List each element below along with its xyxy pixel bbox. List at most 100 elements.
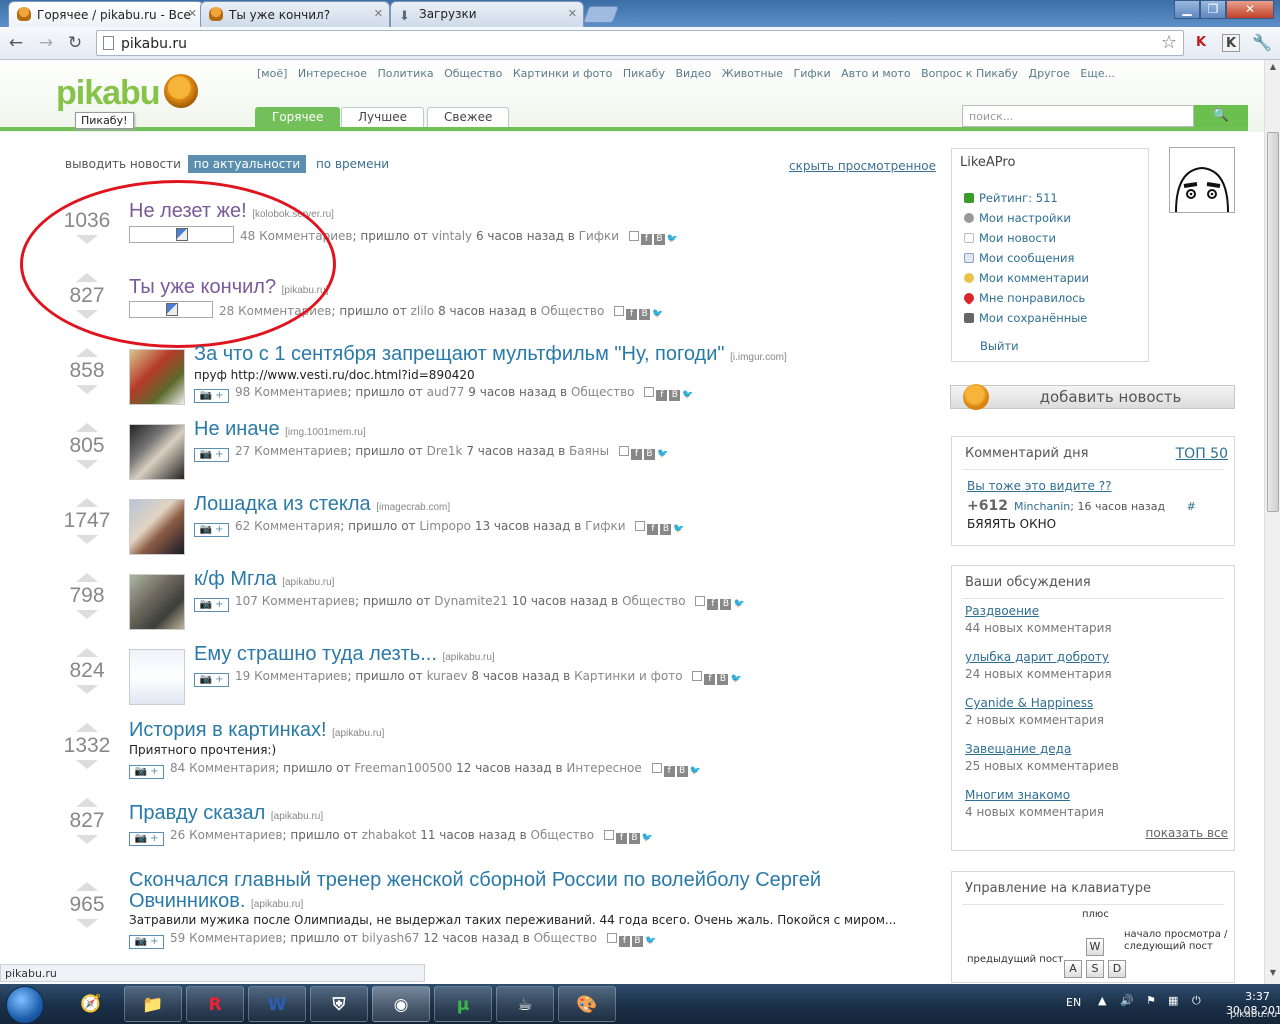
top50-link[interactable]: ТОП 50 — [1176, 446, 1228, 462]
vote-up-arrow-icon[interactable] — [76, 573, 98, 582]
discussion-link[interactable]: улыбка дарит доброту — [965, 650, 1112, 664]
java-taskbar-icon[interactable]: ☕ — [496, 986, 554, 1022]
story-author-link[interactable]: Dynamite21 — [434, 594, 508, 608]
camera-plus-icon[interactable]: 📷 + — [194, 389, 229, 403]
story-category-link[interactable]: Общество — [541, 304, 605, 318]
facebook-icon[interactable]: f — [618, 936, 630, 947]
vote-down-arrow-icon[interactable] — [76, 835, 98, 844]
facebook-icon[interactable]: f — [704, 674, 716, 685]
game-taskbar-icon[interactable]: ⛨ — [310, 986, 368, 1022]
browser-tab-downloads[interactable]: ⬇ Загрузки ✕ — [390, 1, 584, 27]
vote-up-arrow-icon[interactable] — [76, 423, 98, 432]
story-author-link[interactable]: Dre1k — [427, 444, 463, 458]
tab-hot[interactable]: Горячее — [255, 107, 341, 127]
user-menu-news[interactable]: Мои новости — [964, 231, 1089, 251]
twitter-icon[interactable]: 🐦 — [730, 674, 741, 685]
camera-plus-icon[interactable]: 📷 + — [194, 523, 229, 537]
chrome-taskbar-icon[interactable]: ◉ — [372, 986, 430, 1022]
vote-down-arrow-icon[interactable] — [76, 919, 98, 928]
vkontakte-icon[interactable]: B — [643, 449, 655, 460]
nav-link-politics[interactable]: Политика — [377, 67, 433, 80]
wrench-menu-icon[interactable]: 🔧 — [1252, 34, 1272, 52]
minimize-button[interactable]: ▁ — [1174, 0, 1200, 19]
close-icon[interactable]: ✕ — [188, 7, 197, 20]
story-author-link[interactable]: zhabakot — [362, 828, 417, 842]
story-title[interactable]: Правду сказал — [129, 802, 265, 824]
nav-link-pictures[interactable]: Картинки и фото — [513, 67, 613, 80]
vkontakte-icon[interactable]: B — [669, 390, 681, 401]
story-title-continued[interactable]: Овчинников. — [129, 890, 245, 912]
story-thumbnail[interactable] — [129, 499, 185, 555]
maximize-button[interactable]: ❐ — [1200, 0, 1226, 19]
save-icon[interactable] — [618, 446, 629, 456]
nav-link-society[interactable]: Общество — [444, 67, 502, 80]
story-comments-link[interactable]: 107 Комментариев — [235, 594, 355, 608]
vkontakte-icon[interactable]: B — [676, 766, 688, 777]
ie-taskbar-icon[interactable]: 🧭 — [62, 986, 120, 1022]
start-button[interactable] — [6, 986, 44, 1024]
user-menu-comments[interactable]: Мои комментарии — [964, 271, 1089, 291]
discussion-link[interactable]: Завещание деда — [965, 742, 1119, 756]
user-menu-liked[interactable]: Мне понравилось — [961, 290, 1089, 311]
vkontakte-icon[interactable]: B — [720, 599, 732, 610]
facebook-icon[interactable]: f — [656, 390, 668, 401]
facebook-icon[interactable]: f — [707, 599, 719, 610]
save-icon[interactable] — [628, 231, 639, 241]
story-author-link[interactable]: zlilo — [411, 304, 435, 318]
twitter-icon[interactable]: 🐦 — [652, 309, 663, 320]
nav-link-mine[interactable]: [моё] — [257, 67, 287, 80]
story-author-link[interactable]: Limpopo — [419, 519, 471, 533]
close-icon[interactable]: ✕ — [568, 7, 577, 20]
story-thumbnail[interactable] — [129, 649, 185, 705]
story-category-link[interactable]: Общество — [531, 828, 595, 842]
utorrent-taskbar-icon[interactable]: µ — [434, 986, 492, 1022]
vote-down-arrow-icon[interactable] — [76, 685, 98, 694]
vkontakte-icon[interactable]: B — [631, 936, 643, 947]
nav-link-auto[interactable]: Авто и мото — [841, 67, 910, 80]
close-icon[interactable]: ✕ — [374, 7, 383, 20]
vkontakte-icon[interactable]: B — [660, 524, 672, 535]
vote-down-arrow-icon[interactable] — [76, 760, 98, 769]
nav-link-gifs[interactable]: Гифки — [794, 67, 831, 80]
story-category-link[interactable]: Общество — [571, 385, 635, 399]
sort-by-relevance[interactable]: по актуальности — [187, 155, 307, 173]
nav-link-pikabu[interactable]: Пикабу — [623, 67, 665, 80]
tab-best[interactable]: Лучшее — [341, 107, 424, 127]
vote-down-arrow-icon[interactable] — [76, 610, 98, 619]
forward-arrow-icon[interactable]: → — [34, 31, 58, 55]
facebook-icon[interactable]: f — [630, 449, 642, 460]
vote-up-arrow-icon[interactable] — [76, 798, 98, 807]
vote-down-arrow-icon[interactable] — [76, 460, 98, 469]
story-category-link[interactable]: Интересное — [566, 761, 641, 775]
twitter-icon[interactable]: 🐦 — [733, 599, 744, 610]
kaspersky-icon[interactable]: K — [1192, 34, 1210, 52]
camera-plus-icon[interactable]: 📷 + — [129, 935, 164, 949]
nav-link-interesting[interactable]: Интересное — [298, 67, 367, 80]
tray-up-arrow-icon[interactable]: ▲ — [1098, 994, 1106, 1007]
extension-icon[interactable]: K — [1222, 34, 1240, 52]
story-category-link[interactable]: Картинки и фото — [574, 669, 683, 683]
sort-by-time[interactable]: по времени — [316, 157, 389, 171]
search-button[interactable]: 🔍 — [1194, 105, 1248, 127]
save-icon[interactable] — [635, 521, 646, 531]
vkontakte-icon[interactable]: B — [717, 674, 729, 685]
scroll-thumb[interactable] — [1267, 132, 1279, 512]
vote-up-arrow-icon[interactable] — [76, 348, 98, 357]
facebook-icon[interactable]: f — [647, 524, 659, 535]
camera-plus-icon[interactable]: 📷 + — [129, 765, 164, 779]
show-all-link[interactable]: показать все — [1146, 826, 1228, 840]
twitter-icon[interactable]: 🐦 — [645, 936, 656, 947]
user-menu-messages[interactable]: Мои сообщения — [964, 251, 1089, 271]
close-window-button[interactable]: ✕ — [1226, 0, 1274, 19]
page-scrollbar[interactable]: ▲ ▼ — [1264, 60, 1280, 984]
user-menu-rating[interactable]: Рейтинг: 511 — [964, 191, 1089, 211]
twitter-icon[interactable]: 🐦 — [682, 390, 693, 401]
twitter-icon[interactable]: 🐦 — [667, 234, 678, 245]
muffin-logo-icon[interactable] — [164, 74, 198, 108]
vote-up-arrow-icon[interactable] — [76, 648, 98, 657]
facebook-icon[interactable]: f — [626, 309, 638, 320]
story-title[interactable]: к/ф Мгла — [194, 568, 277, 590]
search-input[interactable]: поиск... — [962, 105, 1194, 127]
facebook-icon[interactable]: f — [640, 234, 652, 245]
vote-up-arrow-icon[interactable] — [76, 882, 98, 891]
